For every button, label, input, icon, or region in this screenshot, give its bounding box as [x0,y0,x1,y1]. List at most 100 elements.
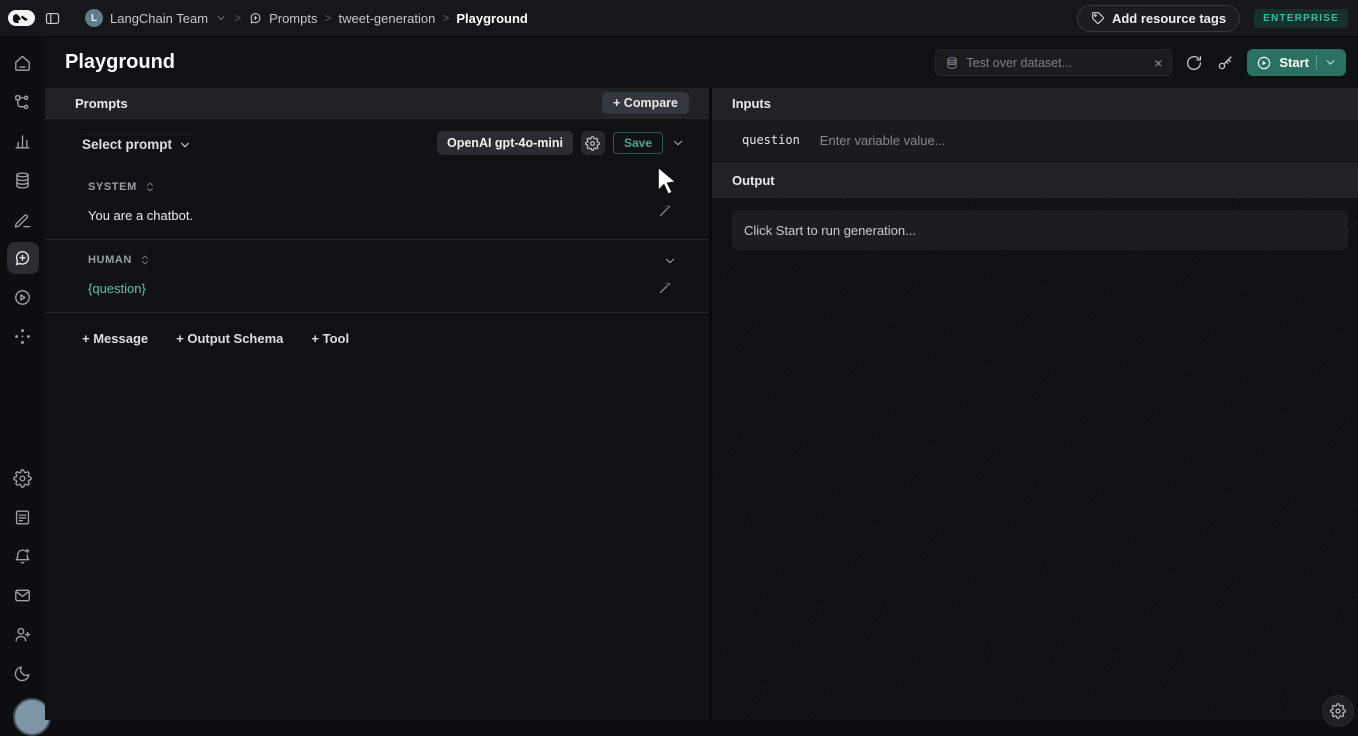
output-panel-title: Output [732,173,775,188]
wand-icon[interactable] [658,280,673,295]
add-message-button[interactable]: + Message [82,331,148,346]
sidebar-item-notifications[interactable] [7,540,39,572]
message-block-system: SYSTEM You are a chatbot. [45,167,709,240]
input-variable-row: question [712,119,1358,162]
sidebar-toggle-icon[interactable] [44,10,61,27]
start-button[interactable]: Start [1247,49,1346,76]
collapse-chevron-icon[interactable] [663,254,677,268]
prompts-chat-icon [248,11,263,26]
breadcrumb-item[interactable]: tweet-generation [339,11,436,26]
page-header: Playground × Start [0,37,1358,88]
message-content[interactable]: You are a chatbot. [88,208,669,223]
clear-dataset-icon[interactable]: × [1154,56,1162,70]
sidebar-item-home[interactable] [7,47,39,79]
playground-settings-button[interactable] [1323,696,1353,726]
sidebar-item-dashboards[interactable] [7,320,39,352]
mail-icon [13,586,32,605]
start-button-divider [1316,55,1317,70]
message-role-label[interactable]: HUMAN [88,254,132,266]
output-placeholder: Click Start to run generation... [732,210,1348,250]
start-options-chevron-icon[interactable] [1324,56,1337,69]
variable-value-input[interactable] [820,133,1338,148]
select-prompt-label: Select prompt [82,137,172,152]
home-icon [13,54,32,73]
sidebar-item-playground-runs[interactable] [7,281,39,313]
playground-play-icon [13,288,32,307]
model-badge[interactable]: OpenAI gpt-4o-mini [437,131,573,155]
breadcrumb-separator: > [442,11,449,25]
add-tool-button[interactable]: + Tool [311,331,349,346]
variable-name-label: question [742,133,800,147]
gear-icon [585,136,600,151]
refresh-icon [1185,54,1203,72]
sidebar-item-monitoring[interactable] [7,125,39,157]
add-resource-tags-label: Add resource tags [1112,11,1226,26]
save-button[interactable]: Save [613,132,663,154]
sidebar-item-annotation[interactable] [7,203,39,235]
settings-gear-icon [13,469,32,488]
key-icon [1216,54,1234,72]
role-swap-icon[interactable] [144,181,156,193]
sidebar-item-tracing[interactable] [7,86,39,118]
notifications-bell-icon [13,547,32,566]
compare-button[interactable]: + Compare [602,92,689,114]
breadcrumb-separator: > [324,11,331,25]
breadcrumb-separator: > [234,11,241,25]
message-content-variable[interactable]: {question} [88,281,669,296]
docs-icon [13,508,32,527]
top-bar: L LangChain Team > Prompts > tweet-gener… [0,0,1358,37]
add-resource-tags-button[interactable]: Add resource tags [1077,5,1240,32]
parrot-wrench-icon [12,13,31,24]
sidebar-item-dark-mode[interactable] [7,657,39,689]
dark-mode-moon-icon [13,664,32,683]
team-avatar[interactable]: L [85,9,103,27]
play-circle-icon [1256,55,1272,71]
select-prompt-dropdown[interactable]: Select prompt [82,134,192,152]
breadcrumb-team[interactable]: LangChain Team [110,11,208,26]
tag-icon [1091,11,1105,25]
trace-tree-icon [13,93,32,112]
io-panel: Inputs question Output Click Start to ru… [709,88,1358,720]
refresh-button[interactable] [1185,54,1203,72]
test-over-dataset-box: × [935,49,1172,76]
add-output-schema-button[interactable]: + Output Schema [176,331,283,346]
langsmith-logo[interactable] [8,10,35,26]
test-over-dataset-input[interactable] [966,56,1147,70]
sidebar-item-settings[interactable] [7,462,39,494]
invite-user-icon [13,625,32,644]
breadcrumb-prompts[interactable]: Prompts [248,11,317,26]
database-icon [945,56,959,70]
chevron-down-icon [178,138,192,152]
main-content: Prompts + Compare Select prompt OpenAI g… [45,88,1358,720]
prompt-toolbar: Select prompt OpenAI gpt-4o-mini Save [45,119,709,167]
sidebar-item-mail[interactable] [7,579,39,611]
dashboards-dots-icon [13,327,32,346]
wand-icon[interactable] [658,203,673,218]
role-swap-icon[interactable] [139,254,151,266]
sidebar-item-invite-user[interactable] [7,618,39,650]
prompts-panel: Prompts + Compare Select prompt OpenAI g… [45,88,709,720]
chevron-down-icon[interactable] [215,12,227,24]
page-title: Playground [65,51,175,74]
api-key-button[interactable] [1216,54,1234,72]
breadcrumb-page: Playground [456,11,528,26]
sidebar-item-prompts[interactable] [7,242,39,274]
message-role-label[interactable]: SYSTEM [88,181,137,193]
enterprise-badge: ENTERPRISE [1254,9,1348,28]
sidebar-item-docs[interactable] [7,501,39,533]
sidebar-item-datasets[interactable] [7,164,39,196]
prompts-panel-header: Prompts + Compare [45,88,709,119]
inputs-panel-header: Inputs [712,88,1358,119]
annotate-pencil-icon [13,210,32,229]
left-sidebar [0,37,45,720]
model-settings-button[interactable] [581,131,605,155]
message-block-human: HUMAN {question} [45,240,709,313]
breadcrumb: L LangChain Team > Prompts > tweet-gener… [85,9,528,27]
save-options-chevron-icon[interactable] [671,136,685,150]
inputs-panel-title: Inputs [732,96,771,111]
monitor-chart-icon [13,132,32,151]
start-button-label: Start [1279,55,1309,70]
gear-icon [1330,703,1346,719]
output-panel-header: Output [712,162,1358,198]
output-body: Click Start to run generation... [712,198,1358,720]
